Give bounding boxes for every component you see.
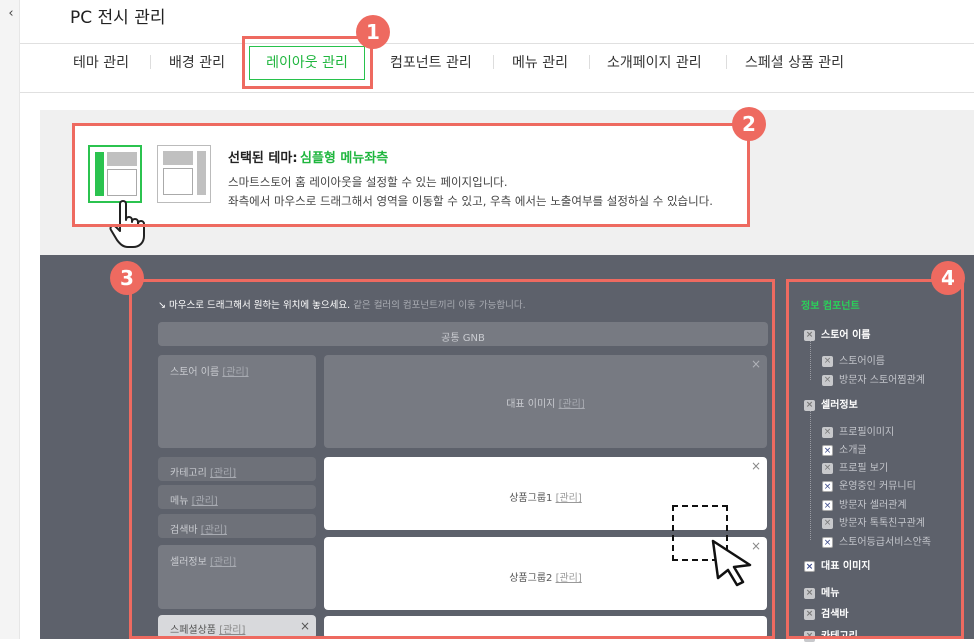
- highlight-tab: [242, 36, 373, 89]
- badge-1: 1: [356, 15, 390, 49]
- tab-divider: [493, 55, 494, 69]
- badge-4: 4: [931, 261, 965, 295]
- chevron-left-icon[interactable]: ‹: [4, 4, 18, 24]
- tab-theme[interactable]: 테마 관리: [73, 52, 129, 72]
- tab-divider: [150, 55, 151, 69]
- tab-special[interactable]: 스페셜 상품 관리: [745, 52, 844, 72]
- highlight-components: [786, 279, 964, 639]
- badge-3: 3: [110, 261, 144, 295]
- tab-divider: [589, 55, 590, 69]
- highlight-layout: [129, 279, 775, 639]
- tab-menu[interactable]: 메뉴 관리: [512, 52, 568, 72]
- highlight-theme: [72, 123, 750, 227]
- tab-intro[interactable]: 소개페이지 관리: [607, 52, 702, 72]
- tab-component[interactable]: 컴포넌트 관리: [390, 52, 472, 72]
- tab-background[interactable]: 배경 관리: [169, 52, 225, 72]
- badge-2: 2: [732, 107, 766, 141]
- page-title: PC 전시 관리: [70, 8, 166, 28]
- tab-divider: [726, 55, 727, 69]
- left-strip: [0, 0, 20, 639]
